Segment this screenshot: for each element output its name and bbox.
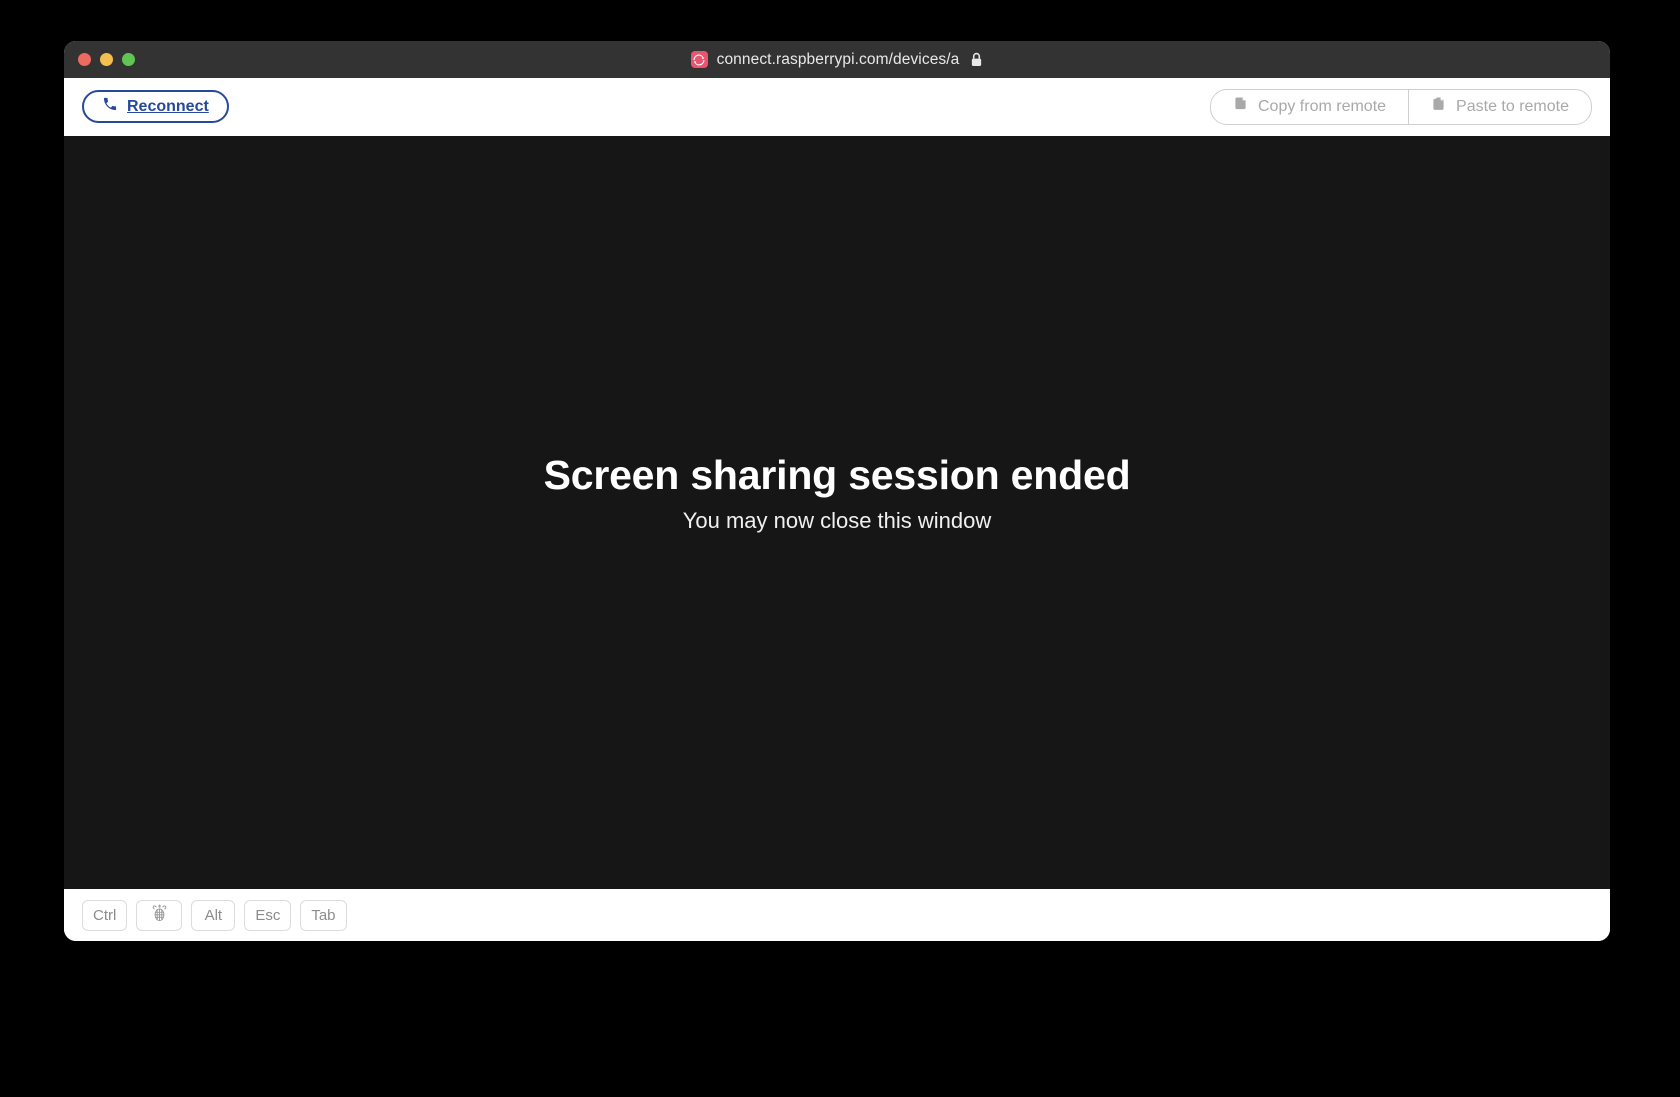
paste-to-remote-button[interactable]: Paste to remote — [1409, 90, 1591, 124]
window-title-url: connect.raspberrypi.com/devices/a — [716, 50, 960, 68]
raspberry-pi-connect-favicon — [690, 51, 708, 68]
key-ctrl[interactable]: Ctrl — [82, 900, 128, 931]
session-ended-subtitle: You may now close this window — [682, 507, 992, 533]
key-tab[interactable]: Tab — [300, 900, 347, 931]
session-toolbar: Reconnect Copy from remote Paste to remo… — [64, 78, 1610, 136]
copy-from-remote-button[interactable]: Copy from remote — [1211, 90, 1408, 124]
paste-to-remote-label: Paste to remote — [1456, 97, 1569, 115]
clipboard-paste-icon — [1431, 96, 1446, 117]
lock-icon — [970, 52, 983, 67]
session-ended-title: Screen sharing session ended — [543, 451, 1131, 498]
close-window-button[interactable] — [78, 53, 91, 66]
clipboard-copy-icon — [1233, 96, 1248, 117]
key-raspberry-pi[interactable] — [136, 900, 183, 931]
zoom-window-button[interactable] — [122, 53, 135, 66]
session-ended-message: Screen sharing session ended You may now… — [543, 451, 1131, 534]
minimize-window-button[interactable] — [100, 53, 113, 66]
remote-screen-area[interactable]: Screen sharing session ended You may now… — [64, 136, 1610, 889]
browser-window: connect.raspberrypi.com/devices/a Reconn… — [64, 41, 1610, 941]
raspberry-pi-icon — [150, 903, 169, 928]
key-esc[interactable]: Esc — [244, 900, 292, 931]
window-title: connect.raspberrypi.com/devices/a — [690, 50, 984, 69]
key-alt[interactable]: Alt — [191, 900, 236, 931]
reconnect-button[interactable]: Reconnect — [82, 90, 229, 123]
window-controls — [78, 41, 135, 78]
phone-icon — [102, 96, 118, 117]
window-titlebar: connect.raspberrypi.com/devices/a — [64, 41, 1610, 78]
virtual-key-bar: Ctrl Alt Esc Tab — [64, 889, 1610, 941]
desktop-background: connect.raspberrypi.com/devices/a Reconn… — [0, 0, 1680, 1097]
clipboard-button-group: Copy from remote Paste to remote — [1210, 88, 1592, 125]
copy-from-remote-label: Copy from remote — [1258, 97, 1387, 115]
reconnect-label: Reconnect — [127, 97, 209, 115]
